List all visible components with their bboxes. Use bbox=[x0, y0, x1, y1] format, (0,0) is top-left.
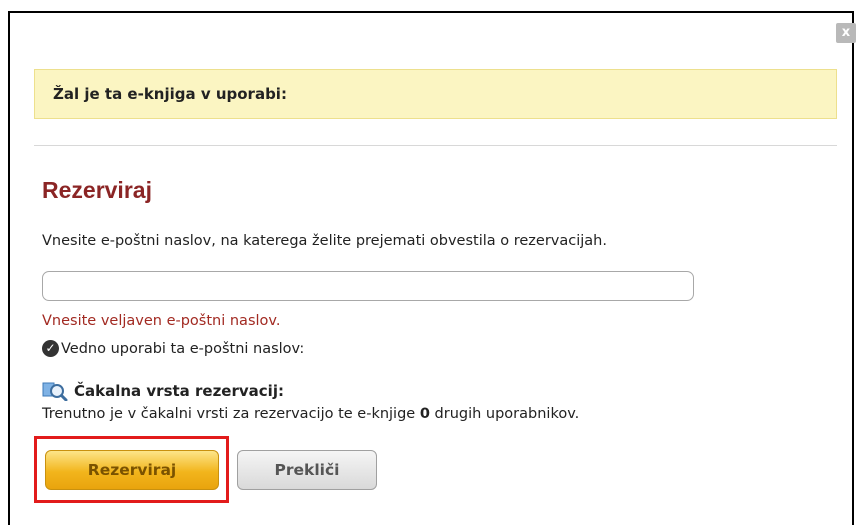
queue-status-text: Trenutno je v čakalni vrsti za rezervaci… bbox=[42, 406, 579, 422]
close-button[interactable]: x bbox=[836, 23, 856, 43]
queue-heading-text: Čakalna vrsta rezervacij: bbox=[74, 382, 284, 400]
instructions-text: Vnesite e-poštni naslov, na katerega žel… bbox=[42, 233, 607, 249]
queue-text-before: Trenutno je v čakalni vrsti za rezervaci… bbox=[42, 406, 420, 422]
queue-text-after: drugih uporabnikov. bbox=[429, 406, 580, 422]
magnifier-icon bbox=[42, 382, 68, 401]
email-error-message: Vnesite veljaven e-poštni naslov. bbox=[42, 313, 281, 329]
notice-text: Žal je ta e-knjiga v uporabi: bbox=[53, 85, 287, 103]
queue-count: 0 bbox=[419, 406, 430, 422]
section-title: Rezerviraj bbox=[42, 177, 152, 203]
checkbox-checked-icon[interactable]: ✓ bbox=[42, 340, 59, 357]
remember-email-label: Vedno uporabi ta e-poštni naslov: bbox=[61, 340, 305, 357]
unavailable-notice: Žal je ta e-knjiga v uporabi: bbox=[34, 69, 837, 119]
queue-heading: Čakalna vrsta rezervacij: bbox=[42, 381, 284, 401]
remember-email-row[interactable]: ✓ Vedno uporabi ta e-poštni naslov: bbox=[42, 340, 304, 357]
reserve-button[interactable]: Rezerviraj bbox=[45, 450, 219, 490]
email-input[interactable] bbox=[42, 271, 694, 301]
cancel-button[interactable]: Prekliči bbox=[237, 450, 377, 490]
divider bbox=[34, 145, 837, 146]
